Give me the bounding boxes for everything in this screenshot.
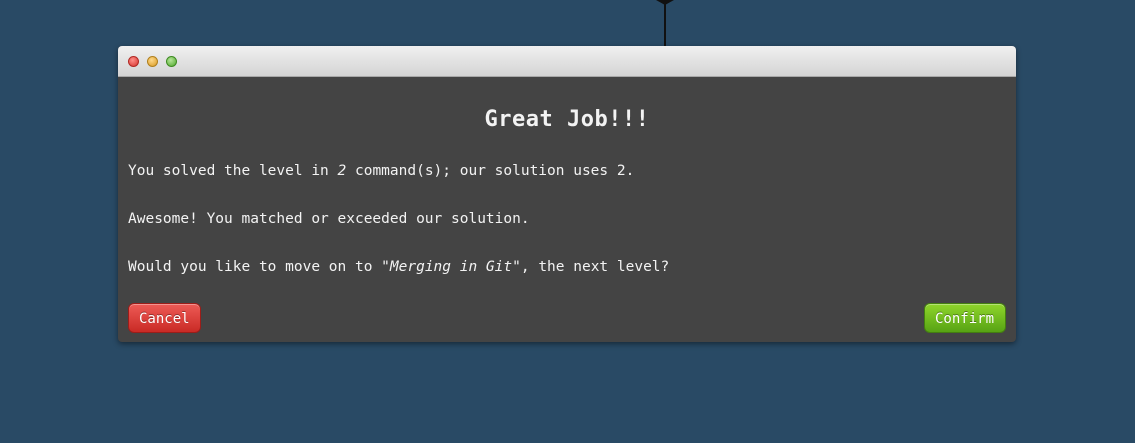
arrow-up-icon xyxy=(656,0,674,5)
confirm-button[interactable]: Confirm xyxy=(924,303,1006,333)
level-complete-dialog: Great Job!!! You solved the level in 2 c… xyxy=(118,46,1016,342)
success-message: Awesome! You matched or exceeded our sol… xyxy=(128,211,530,227)
prompt-prefix: Would you like to move on to xyxy=(128,259,382,275)
branch-connector-line xyxy=(664,0,666,46)
prompt-suffix: , the next level? xyxy=(520,259,670,275)
window-titlebar xyxy=(118,46,1016,77)
close-light-icon[interactable] xyxy=(128,56,139,67)
solution-summary: You solved the level in 2 command(s); ou… xyxy=(128,163,634,179)
summary-suffix: command(s); our solution uses 2. xyxy=(346,163,635,179)
dialog-content: Great Job!!! You solved the level in 2 c… xyxy=(118,77,1016,342)
dialog-heading: Great Job!!! xyxy=(484,107,650,132)
next-level-name: "Merging in Git" xyxy=(381,259,521,275)
summary-prefix: You solved the level in xyxy=(128,163,338,179)
app-canvas: Great Job!!! You solved the level in 2 c… xyxy=(0,0,1135,443)
cancel-button[interactable]: Cancel xyxy=(128,303,201,333)
maximize-light-icon[interactable] xyxy=(166,56,177,67)
command-count: 2 xyxy=(337,163,347,179)
minimize-light-icon[interactable] xyxy=(147,56,158,67)
next-level-prompt: Would you like to move on to "Merging in… xyxy=(128,259,669,275)
